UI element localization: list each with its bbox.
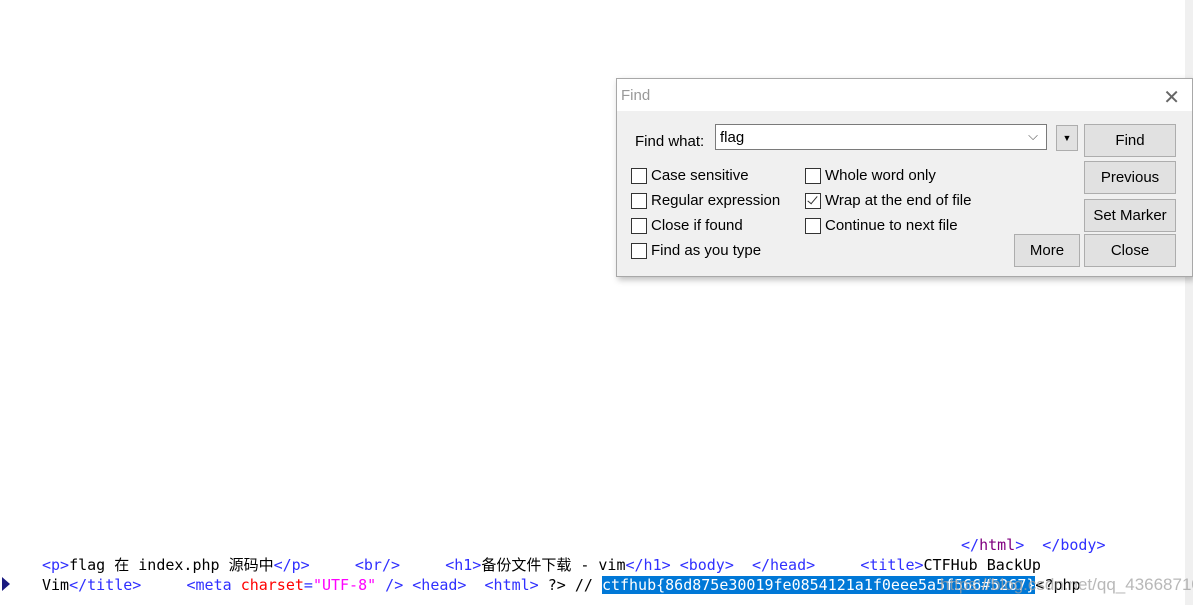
checkbox-label: Close if found [651, 217, 743, 234]
previous-button[interactable]: Previous [1084, 161, 1176, 194]
code-token: > [1015, 536, 1025, 554]
code-token: <br/> [354, 556, 401, 574]
checkbox-regular-expression[interactable]: Regular expression [631, 192, 780, 209]
triangle-down-icon: ▼ [1062, 133, 1072, 143]
checkbox-box[interactable] [631, 192, 647, 209]
code-line-1: </html> </body> [961, 535, 1106, 555]
checkbox-wrap-at-end[interactable]: Wrap at the end of file [805, 192, 971, 209]
history-dropdown-button[interactable]: ▼ [1056, 125, 1078, 151]
find-dialog: Find ✕ Find what: flag ⌵ ▼ Case sensitiv… [616, 78, 1193, 277]
code-token: <meta [186, 576, 241, 594]
code-token: charset [240, 576, 304, 594]
code-token: </body> [1042, 536, 1106, 554]
code-token: html [979, 536, 1016, 554]
close-button[interactable]: Close [1084, 234, 1176, 267]
checkbox-box[interactable] [805, 192, 821, 209]
checkbox-find-as-you-type[interactable]: Find as you type [631, 242, 761, 259]
code-token: </p> [273, 556, 310, 574]
current-line-marker-icon [2, 577, 10, 591]
code-token: <title> [860, 556, 924, 574]
code-token: <h1> [445, 556, 482, 574]
code-token: /> <head> [376, 576, 467, 594]
code-token: CTFHub BackUp [923, 556, 1041, 574]
code-token: "UTF-8" [312, 576, 377, 594]
checkbox-label: Wrap at the end of file [825, 192, 972, 209]
code-token: </h1> [625, 556, 671, 574]
set-marker-button[interactable]: Set Marker [1084, 199, 1176, 232]
code-token: = [303, 576, 313, 594]
code-token: <p> [42, 556, 70, 574]
code-token: </head> [751, 556, 816, 574]
code-token: </title> [69, 576, 142, 594]
code-token: <html> [484, 576, 539, 594]
checkbox-label: Find as you type [651, 242, 762, 259]
watermark: https://blog.csdn.net/qq_43668710 [940, 575, 1193, 594]
checkbox-box[interactable] [631, 217, 647, 234]
dialog-title: Find [621, 87, 651, 104]
checkbox-case-sensitive[interactable]: Case sensitive [631, 167, 749, 184]
checkbox-label: Case sensitive [651, 167, 749, 184]
checkbox-box[interactable] [805, 217, 821, 234]
code-token: <body> [679, 556, 734, 574]
checkbox-label: Continue to next file [825, 217, 958, 234]
checkbox-box[interactable] [631, 167, 647, 184]
find-what-input[interactable]: flag ⌵ [715, 124, 1047, 150]
checkbox-box[interactable] [805, 167, 821, 184]
close-icon[interactable]: ✕ [1163, 85, 1180, 110]
checkbox-label: Regular expression [651, 192, 781, 209]
code-token: flag 在 index.php 源码中 [69, 556, 274, 574]
code-token: </ [961, 536, 980, 554]
checkbox-whole-word-only[interactable]: Whole word only [805, 167, 936, 184]
find-what-label: Find what: [635, 133, 705, 150]
code-line-3: Vim</title> <meta charset="UTF-8" /> <he… [42, 575, 1081, 595]
checkbox-box[interactable] [631, 242, 647, 259]
checkbox-label: Whole word only [825, 167, 936, 184]
code-token: ?> // [538, 576, 602, 594]
find-button[interactable]: Find [1084, 124, 1176, 157]
checkbox-close-if-found[interactable]: Close if found [631, 217, 743, 234]
code-line-2: <p>flag 在 index.php 源码中</p> <br/> <h1>备份… [42, 555, 1041, 575]
chevron-down-icon[interactable]: ⌵ [1028, 128, 1038, 144]
dialog-titlebar: Find ✕ [617, 79, 1192, 111]
code-token: Vim [42, 576, 70, 594]
checkbox-continue-to-next-file[interactable]: Continue to next file [805, 217, 958, 234]
find-what-value: flag [720, 129, 745, 146]
more-button[interactable]: More [1014, 234, 1080, 267]
code-token: 备份文件下载 - vim [481, 556, 626, 574]
